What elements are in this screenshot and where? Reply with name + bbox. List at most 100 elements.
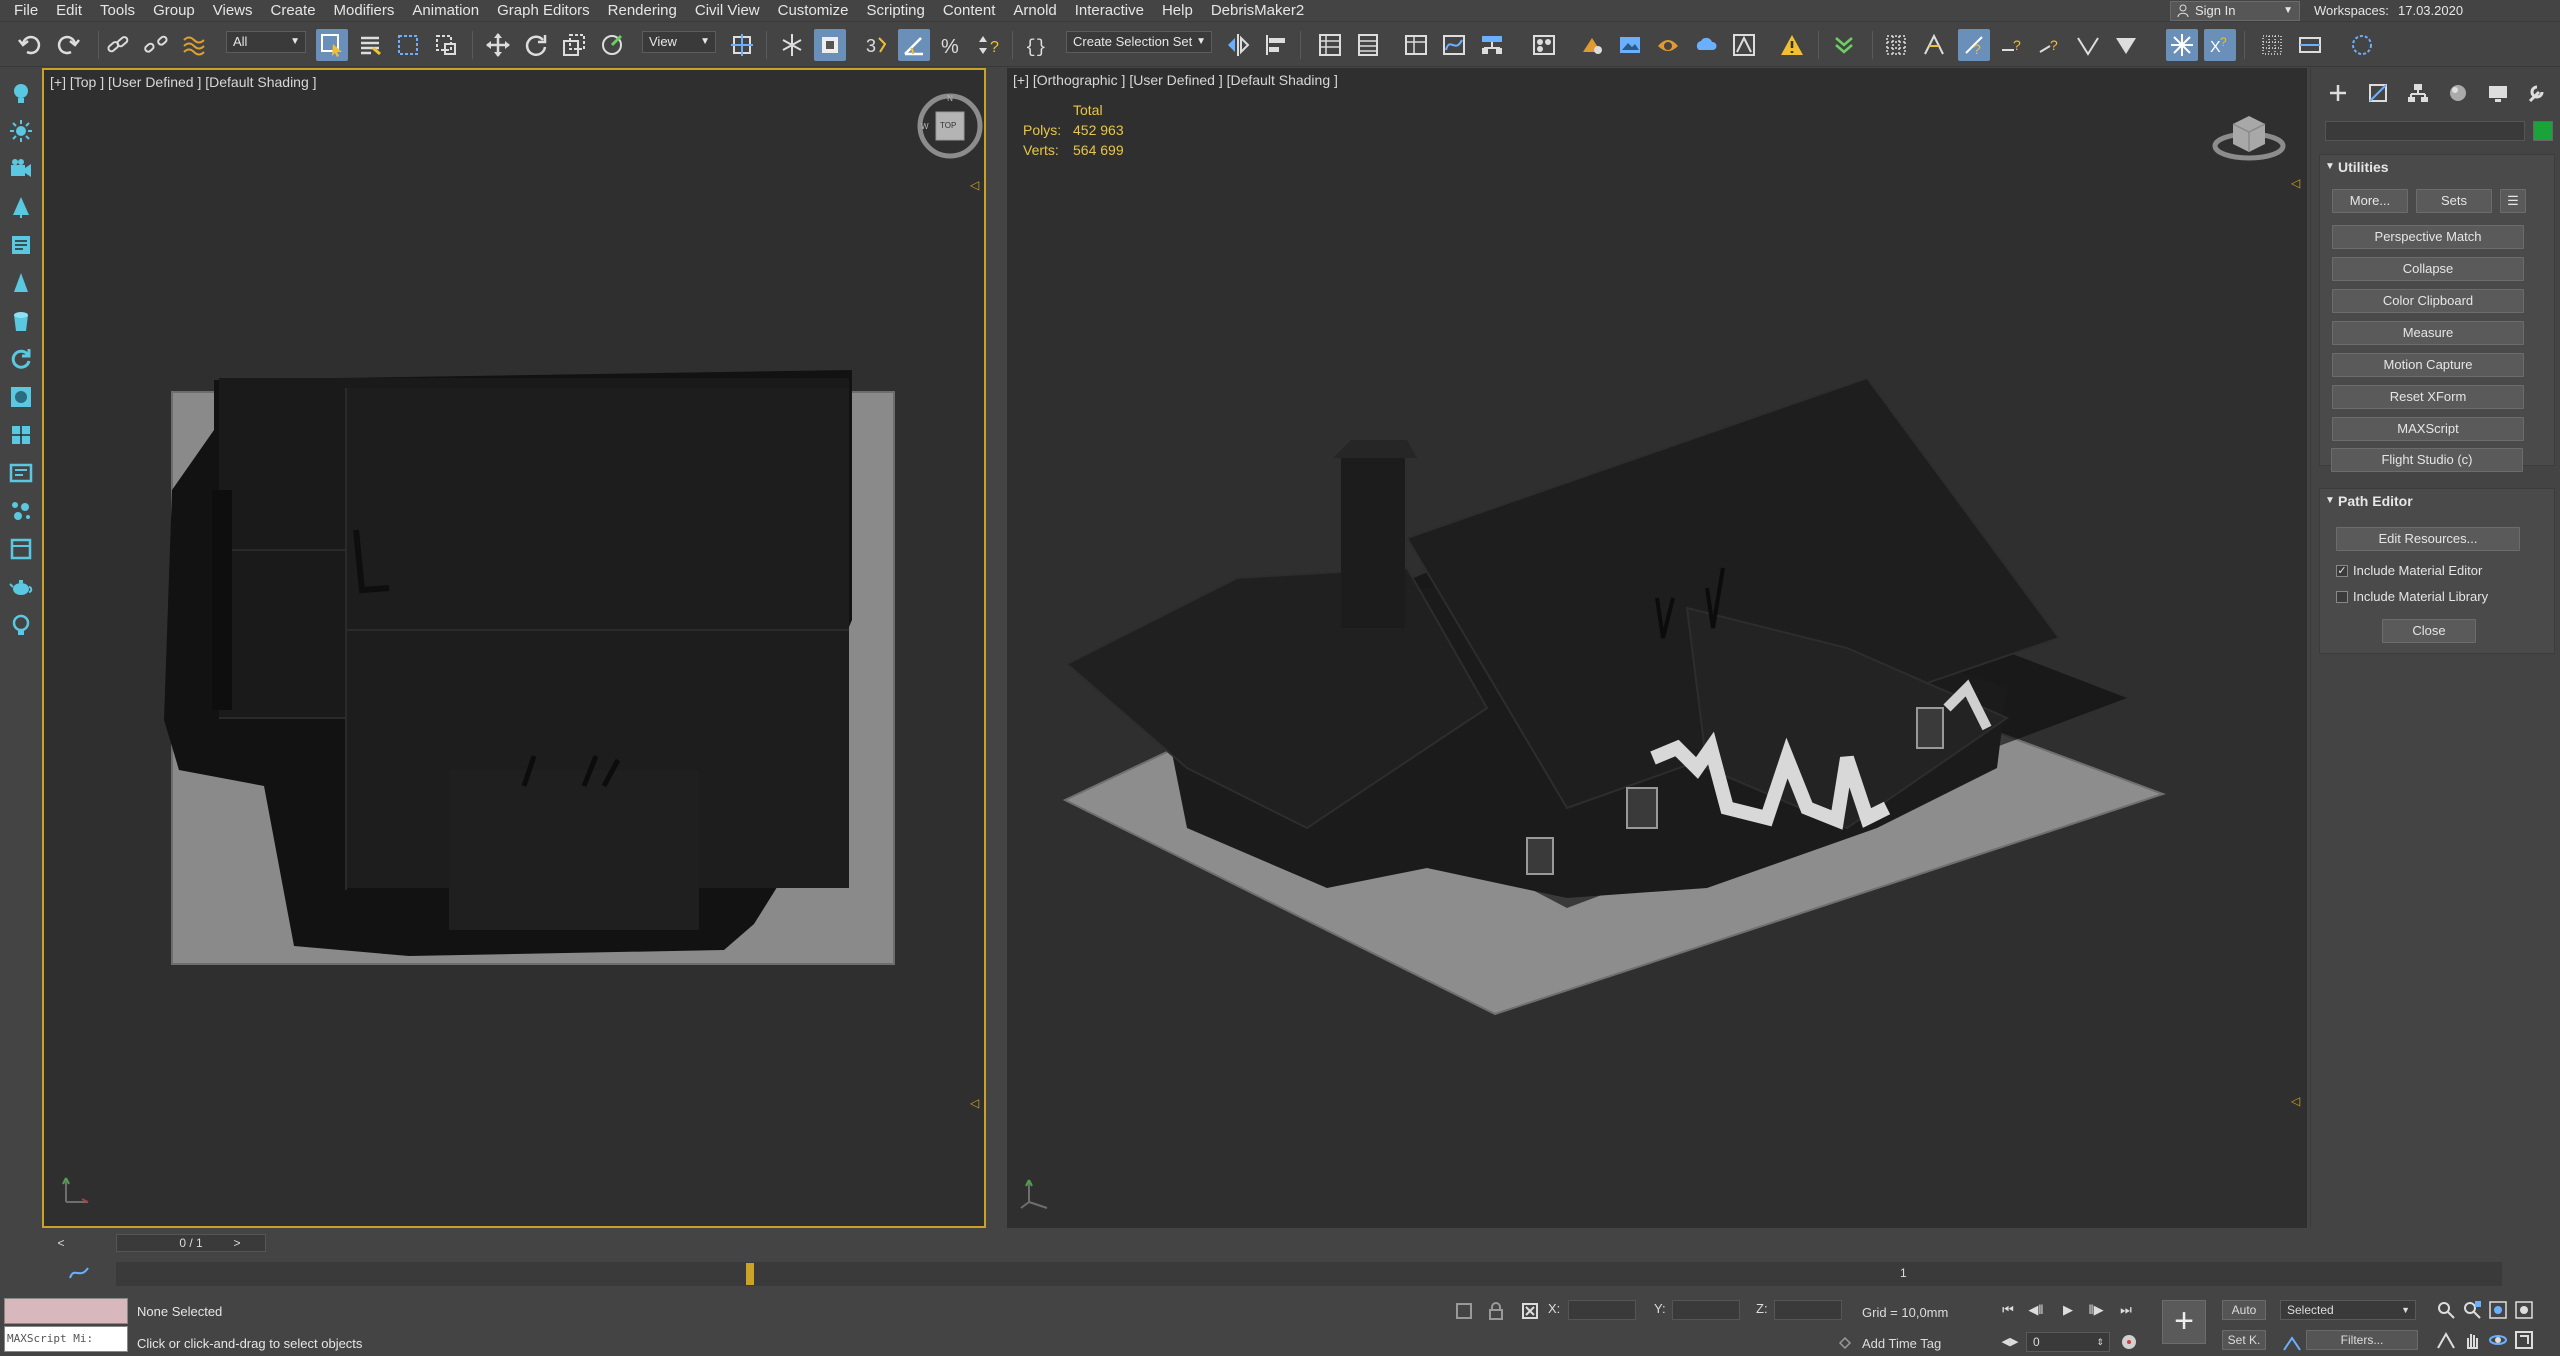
menu-customize[interactable]: Customize [769,0,858,22]
time-slider-next-button[interactable]: > [228,1234,246,1252]
menu-file[interactable]: File [0,0,47,22]
next-frame-icon[interactable]: ‖▶ [2086,1300,2106,1320]
dashed-circle-icon[interactable] [2346,29,2378,61]
key-mode-toggle-icon[interactable]: ◀▶ [2000,1332,2020,1352]
set-key-button[interactable]: Set K. [2222,1330,2266,1350]
viewport-splitter[interactable] [986,68,1007,1228]
maxscript-listener-mini[interactable]: MAXScript Mi: [4,1298,128,1352]
utilities-rollout-header[interactable]: ▼ Utilities [2320,155,2554,179]
menu-content[interactable]: Content [934,0,1005,22]
menu-group[interactable]: Group [144,0,204,22]
light-bulb-icon[interactable] [6,78,36,108]
scale-icon[interactable] [558,29,590,61]
track-bar[interactable]: 1 [42,1262,2502,1288]
utility-collapse[interactable]: Collapse [2332,257,2524,281]
refresh-icon[interactable] [6,344,36,374]
menu-civil-view[interactable]: Civil View [686,0,769,22]
auto-key-button[interactable]: Auto [2222,1300,2266,1320]
snap-toggle-active-icon[interactable]: X? [2204,29,2236,61]
edit-named-selection-icon[interactable]: {} [1020,29,1052,61]
utility-reset-xform[interactable]: Reset XForm [2332,385,2524,409]
render-frame-icon[interactable] [6,458,36,488]
maxscript-input[interactable]: MAXScript Mi: [4,1326,128,1352]
menu-rendering[interactable]: Rendering [599,0,686,22]
more-button[interactable]: More... [2332,189,2408,213]
configure-sets-icon[interactable]: ☰ [2500,189,2526,213]
sign-in-dropdown[interactable]: Sign In ▼ [2170,1,2300,21]
snap-midpoint-icon[interactable]: ? [2034,29,2066,61]
spinner-snap-icon[interactable]: ? [974,29,1006,61]
utilities-tab-wrench-icon[interactable] [2523,80,2549,106]
scene-explorer-icon[interactable] [1400,29,1432,61]
menu-help[interactable]: Help [1153,0,1202,22]
previous-frame-icon[interactable]: ◀‖ [2026,1300,2046,1320]
viewport-top[interactable]: [+] [Top ] [User Defined ] [Default Shad… [42,68,986,1228]
go-to-start-icon[interactable]: ⏮ [1998,1300,2018,1320]
set-key-plus-icon[interactable]: + [2162,1300,2206,1344]
percent-snap-icon[interactable]: % [936,29,968,61]
utility-motion-capture[interactable]: Motion Capture [2332,353,2524,377]
pan-hand-icon[interactable] [2462,1330,2484,1352]
chevron-collapse-icon[interactable] [1828,29,1860,61]
bulb-outline-icon[interactable] [6,610,36,640]
time-configuration-icon[interactable] [2120,1333,2138,1351]
rectangular-selection-icon[interactable] [392,29,424,61]
display-tab-icon[interactable] [2485,80,2511,106]
map-icon[interactable] [6,420,36,450]
maximize-viewport-icon[interactable] [2514,1330,2536,1352]
cone-icon[interactable] [6,268,36,298]
lock-icon[interactable] [1486,1301,1506,1321]
rotate-icon[interactable] [520,29,552,61]
menu-tools[interactable]: Tools [91,0,144,22]
menu-modifiers[interactable]: Modifiers [325,0,404,22]
rendered-frame-window-icon[interactable] [1614,29,1646,61]
utility-color-clipboard[interactable]: Color Clipboard [2332,289,2524,313]
zoom-all-icon[interactable] [2462,1300,2484,1322]
include-material-library-checkbox[interactable]: Include Material Library [2336,589,2488,604]
zoom-extents-all-icon[interactable] [2514,1300,2536,1322]
x-coordinate-field[interactable] [1568,1300,1636,1320]
undo-icon[interactable] [14,29,46,61]
utility-perspective-match[interactable]: Perspective Match [2332,225,2524,249]
link-icon[interactable] [102,29,134,61]
keyboard-shortcut-override-icon[interactable] [814,29,846,61]
add-time-tag-button[interactable]: Add Time Tag [1862,1336,1941,1351]
menu-scripting[interactable]: Scripting [857,0,933,22]
bucket-icon[interactable] [6,306,36,336]
track-area[interactable] [116,1262,2502,1286]
hierarchy-tab-icon[interactable] [2405,80,2431,106]
current-frame-spinner[interactable]: 0 ⇕ [2026,1332,2110,1352]
bind-space-warp-icon[interactable] [178,29,210,61]
utility-maxscript[interactable]: MAXScript [2332,417,2524,441]
placement-icon[interactable] [596,29,628,61]
camera-icon[interactable] [6,154,36,184]
create-tab-plus-icon[interactable] [2325,80,2351,106]
path-editor-rollout-header[interactable]: ▼ Path Editor [2320,489,2554,513]
y-coordinate-field[interactable] [1672,1300,1740,1320]
menu-graph-editors[interactable]: Graph Editors [488,0,599,22]
menu-debrismaker2[interactable]: DebrisMaker2 [1202,0,1313,22]
unlink-icon[interactable] [140,29,172,61]
menu-arnold[interactable]: Arnold [1004,0,1065,22]
select-object-icon[interactable] [316,29,348,61]
render-in-cloud-icon[interactable] [1690,29,1722,61]
object-color-swatch[interactable] [2533,121,2553,141]
isolate-selection-icon[interactable] [1454,1301,1474,1321]
menu-animation[interactable]: Animation [403,0,488,22]
menu-edit[interactable]: Edit [47,0,91,22]
render-arnold-icon[interactable] [1728,29,1760,61]
teapot-icon[interactable] [6,572,36,602]
grid-dots-icon[interactable] [2256,29,2288,61]
particles-icon[interactable] [6,496,36,526]
warning-icon[interactable] [1776,29,1808,61]
play-icon[interactable]: ▶ [2058,1300,2078,1320]
snap-edge-icon[interactable] [2072,29,2104,61]
align-icon[interactable] [1260,29,1292,61]
snaps-toggle-icon[interactable]: 3 [860,29,892,61]
select-and-manipulate-icon[interactable] [776,29,808,61]
render-production-icon[interactable] [1652,29,1684,61]
menu-views[interactable]: Views [204,0,262,22]
utility-flight-studio[interactable]: Flight Studio (c) [2331,448,2523,472]
book-icon[interactable] [6,230,36,260]
layer-explorer-icon[interactable] [1314,29,1346,61]
